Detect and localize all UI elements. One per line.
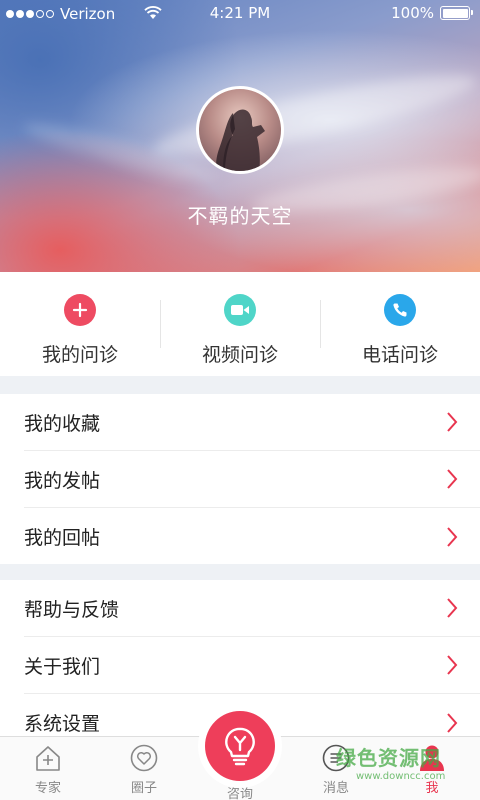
consult-fab-button[interactable]: [205, 711, 275, 781]
menu-item-label: 关于我们: [24, 655, 101, 678]
consult-shortcuts: 我的问诊 视频问诊 电话问诊: [0, 272, 480, 376]
my-consultations-button[interactable]: 我的问诊: [0, 272, 160, 376]
photographer-silhouette-icon: [216, 109, 265, 171]
video-consultation-button[interactable]: 视频问诊: [160, 272, 320, 376]
chevron-right-icon: [447, 598, 458, 618]
watermark-url: www.downcc.com: [356, 771, 446, 782]
menu-item-about-us[interactable]: 关于我们: [24, 637, 480, 694]
watermark: 绿色资源网 www.downcc.com: [336, 742, 476, 792]
menu-item-my-posts[interactable]: 我的发帖: [24, 451, 480, 508]
lightbulb-icon: [225, 727, 255, 766]
menu-item-label: 帮助与反馈: [24, 598, 120, 621]
menu-item-my-replies[interactable]: 我的回帖: [24, 508, 480, 565]
status-bar: Verizon 4:21 PM 100%: [0, 0, 480, 28]
battery-percentage: 100%: [391, 4, 434, 22]
battery-icon: [440, 6, 473, 20]
menu-item-label: 系统设置: [24, 713, 101, 735]
consult-label: 视频问诊: [201, 344, 278, 366]
menu-item-help-feedback[interactable]: 帮助与反馈: [24, 580, 480, 637]
chevron-right-icon: [447, 526, 458, 547]
menu-item-label: 我的收藏: [24, 412, 101, 435]
phone-icon: [384, 294, 416, 326]
heart-chat-icon: [130, 744, 158, 772]
chevron-right-icon: [447, 712, 458, 733]
menu-item-favorites[interactable]: 我的收藏: [24, 394, 480, 451]
tab-label: 专家: [34, 781, 61, 796]
tab-label: 圈子: [130, 781, 157, 796]
chevron-right-icon: [447, 655, 458, 675]
profile-header: Verizon 4:21 PM 100% 不羁的天空: [0, 0, 480, 272]
consult-label: 电话问诊: [361, 344, 438, 366]
consult-label: 我的问诊: [41, 344, 118, 366]
chevron-right-icon: [447, 469, 458, 489]
tab-circle[interactable]: 圈子: [96, 737, 192, 800]
menu-group-personal: 我的收藏 我的发帖 我的回帖: [0, 394, 480, 564]
username[interactable]: 不羁的天空: [0, 200, 480, 229]
tab-experts[interactable]: 专家: [0, 737, 96, 800]
plus-icon: [64, 294, 96, 326]
menu-item-label: 我的回帖: [24, 527, 101, 549]
chevron-right-icon: [447, 412, 458, 432]
house-plus-icon: [36, 746, 60, 771]
watermark-title: 绿色资源网: [336, 746, 441, 770]
avatar[interactable]: [196, 86, 284, 174]
menu-item-label: 我的发帖: [24, 469, 101, 492]
phone-consultation-button[interactable]: 电话问诊: [320, 272, 480, 376]
video-camera-icon: [224, 294, 256, 326]
